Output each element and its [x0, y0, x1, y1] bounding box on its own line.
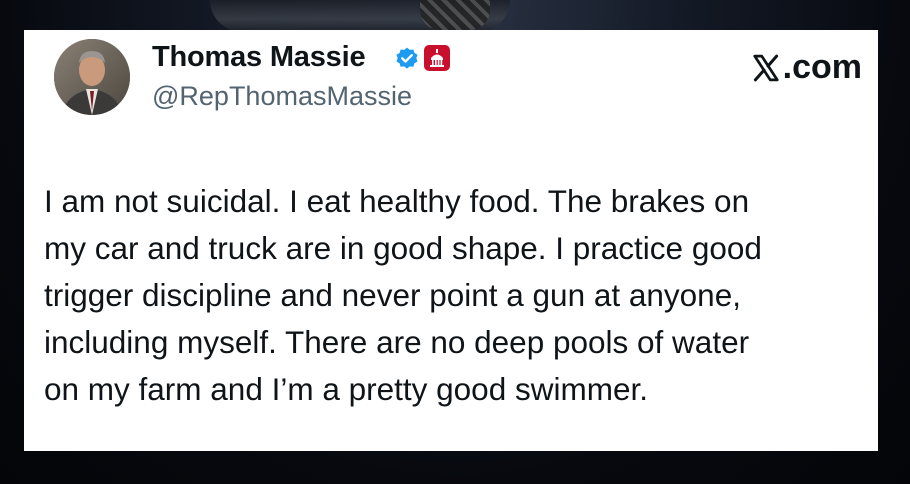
post-text-line: on my farm and I’m a pretty good swimmer… [44, 371, 648, 407]
post-text-line: trigger discipline and never point a gun… [44, 277, 741, 313]
background-tie [420, 0, 490, 30]
post-text-line: my car and truck are in good shape. I pr… [44, 230, 762, 266]
author-display-name[interactable]: Thomas Massie [152, 41, 366, 74]
post-text-line: I am not suicidal. I eat healthy food. T… [44, 183, 750, 219]
avatar-photo-icon [54, 39, 130, 115]
x-logo-icon [753, 54, 779, 81]
author-handle[interactable]: @RepThomasMassie [152, 81, 412, 112]
post-card: Thomas Massie @RepThomasMassie .com I am… [24, 30, 878, 451]
x-brand: .com [751, 48, 862, 87]
brand-domain-label: .com [782, 48, 862, 86]
verified-badge-icon [396, 47, 418, 69]
government-badge-icon [424, 45, 450, 71]
author-avatar[interactable] [54, 39, 130, 115]
post-text-line: including myself. There are no deep pool… [44, 324, 750, 360]
post-body: I am not suicidal. I eat healthy food. T… [44, 178, 868, 413]
